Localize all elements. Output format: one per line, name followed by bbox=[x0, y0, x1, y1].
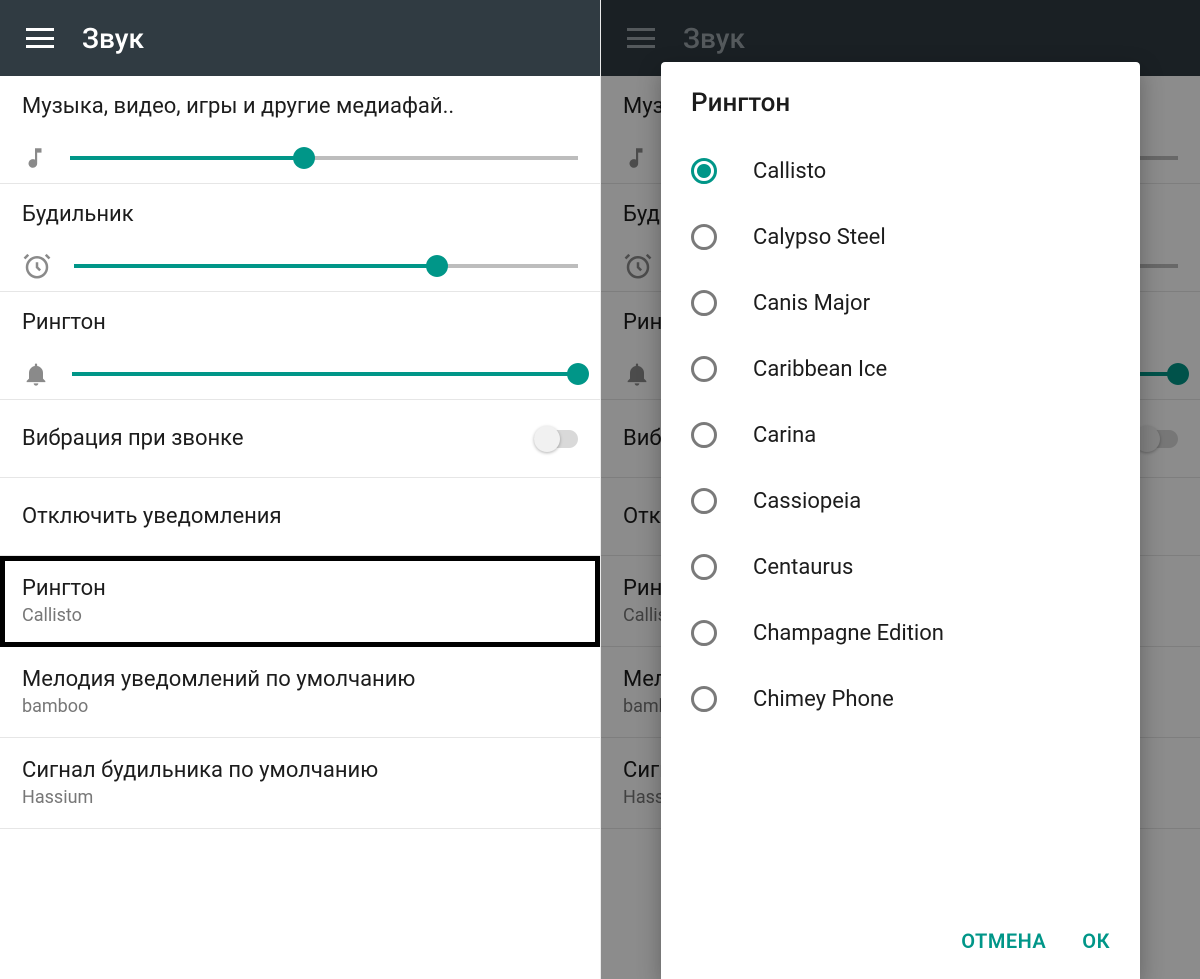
notification-sound-title: Мелодия уведомлений по умолчанию bbox=[22, 667, 578, 692]
alarm-sound-row[interactable]: Сигнал будильника по умолчанию Hassium bbox=[0, 738, 600, 829]
ringtone-option[interactable]: Caribbean Ice bbox=[673, 336, 1128, 402]
ringtone-option[interactable]: Cassiopeia bbox=[673, 468, 1128, 534]
ringtone-option-label: Carina bbox=[753, 423, 816, 448]
ringtone-title: Рингтон bbox=[22, 576, 578, 601]
screen-ringtone-picker: Звук Музыка, видео, игры и другие медиаф… bbox=[600, 0, 1200, 979]
menu-icon[interactable] bbox=[26, 28, 54, 48]
ringtone-option-label: Canis Major bbox=[753, 291, 870, 316]
alarm-volume-slider[interactable] bbox=[74, 264, 578, 268]
ring-volume-slider[interactable] bbox=[72, 372, 578, 376]
notification-sound-value: bamboo bbox=[22, 696, 578, 717]
ringtone-option-label: Chimey Phone bbox=[753, 687, 894, 712]
do-not-disturb-row[interactable]: Отключить уведомления bbox=[0, 478, 600, 556]
alarm-sound-title: Сигнал будильника по умолчанию bbox=[22, 758, 578, 783]
ok-button[interactable]: ОК bbox=[1082, 929, 1110, 953]
radio-icon bbox=[691, 488, 717, 514]
do-not-disturb-label: Отключить уведомления bbox=[22, 504, 282, 529]
ringtone-value: Callisto bbox=[22, 605, 578, 626]
ringtone-option-label: Callisto bbox=[753, 159, 826, 184]
app-bar: Звук bbox=[0, 0, 600, 76]
ringtone-option[interactable]: Chimey Phone bbox=[673, 666, 1128, 732]
ringtone-option[interactable]: Canis Major bbox=[673, 270, 1128, 336]
ringtone-option[interactable]: Champagne Edition bbox=[673, 600, 1128, 666]
vibrate-on-ring-row[interactable]: Вибрация при звонке bbox=[0, 400, 600, 478]
ring-volume-row: Рингтон bbox=[0, 292, 600, 400]
ringtone-option-label: Centaurus bbox=[753, 555, 853, 580]
radio-icon bbox=[691, 224, 717, 250]
screen-sound-settings: Звук Музыка, видео, игры и другие медиаф… bbox=[0, 0, 600, 979]
ringtone-option[interactable]: Centaurus bbox=[673, 534, 1128, 600]
ringtone-option-label: Cassiopeia bbox=[753, 489, 861, 514]
music-note-icon bbox=[22, 143, 48, 173]
radio-icon bbox=[691, 356, 717, 382]
ringtone-option[interactable]: Carina bbox=[673, 402, 1128, 468]
ringtone-option-label: Calypso Steel bbox=[753, 225, 886, 250]
radio-icon bbox=[691, 158, 717, 184]
alarm-volume-label: Будильник bbox=[22, 202, 578, 227]
ringtone-option[interactable]: Callisto bbox=[673, 138, 1128, 204]
alarm-clock-icon bbox=[22, 251, 52, 281]
alarm-volume-row: Будильник bbox=[0, 184, 600, 292]
ringtone-dialog: Рингтон Callisto Calypso Steel Canis Major… bbox=[661, 62, 1140, 979]
ringtone-row[interactable]: Рингтон Callisto bbox=[0, 556, 600, 647]
radio-icon bbox=[691, 620, 717, 646]
radio-icon bbox=[691, 290, 717, 316]
radio-icon bbox=[691, 686, 717, 712]
radio-icon bbox=[691, 422, 717, 448]
settings-list: Музыка, видео, игры и другие медиафай.. … bbox=[0, 76, 600, 829]
ringtone-option-label: Champagne Edition bbox=[753, 621, 944, 646]
radio-icon bbox=[691, 554, 717, 580]
ringtone-option[interactable]: Calypso Steel bbox=[673, 204, 1128, 270]
page-title: Звук bbox=[82, 22, 144, 55]
cancel-button[interactable]: ОТМЕНА bbox=[961, 929, 1046, 953]
ringtone-option-label: Caribbean Ice bbox=[753, 357, 887, 382]
alarm-sound-value: Hassium bbox=[22, 787, 578, 808]
ringtone-option-list: Callisto Calypso Steel Canis Major Caribbea… bbox=[661, 134, 1140, 911]
vibrate-on-ring-label: Вибрация при звонке bbox=[22, 426, 244, 451]
media-volume-slider[interactable] bbox=[70, 156, 578, 160]
bell-icon bbox=[22, 359, 50, 389]
media-volume-label: Музыка, видео, игры и другие медиафай.. bbox=[22, 94, 578, 119]
media-volume-row: Музыка, видео, игры и другие медиафай.. bbox=[0, 76, 600, 184]
notification-sound-row[interactable]: Мелодия уведомлений по умолчанию bamboo bbox=[0, 647, 600, 738]
ring-volume-label: Рингтон bbox=[22, 310, 578, 335]
dialog-title: Рингтон bbox=[661, 62, 1140, 134]
vibrate-on-ring-toggle[interactable] bbox=[534, 430, 578, 448]
